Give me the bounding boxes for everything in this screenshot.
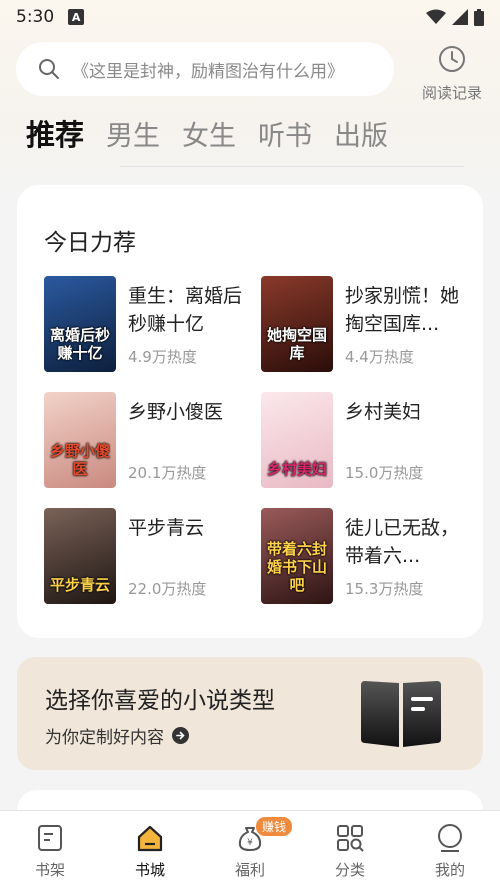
tab-female[interactable]: 女生 (182, 114, 236, 153)
search-icon (39, 59, 59, 79)
genre-preference-title: 选择你喜爱的小说类型 (45, 688, 275, 714)
book-cover-title: 带着六封婚书下山吧 (266, 540, 327, 594)
nav-bookshelf[interactable]: 书架 (0, 811, 100, 888)
book-title: 抄家别慌！她掏空国库... (345, 285, 460, 335)
book-cover-title: 她掏空国库 (266, 326, 327, 362)
bookstore-icon (137, 825, 163, 852)
wifi-icon (426, 9, 446, 24)
category-tabs: 推荐 男生 女生 听书 出版 (26, 112, 410, 154)
book-cover-title: 离婚后秒赚十亿 (49, 326, 110, 362)
book-cover: 乡村美妇 (261, 392, 333, 488)
battery-icon (474, 8, 484, 26)
book-cover: 带着六封婚书下山吧 (261, 508, 333, 604)
status-bar: 5:30 A (0, 0, 500, 34)
book-item[interactable]: 平步青云 平步青云 22.0万热度 (44, 508, 254, 604)
book-illustration-icon (361, 681, 441, 747)
book-cover-title: 平步青云 (49, 576, 110, 594)
book-cover-title: 乡村美妇 (266, 460, 327, 478)
search-input[interactable]: 《这里是封神，励精图治有什么用》 (16, 42, 394, 96)
genre-preference-subtitle-text: 为你定制好内容 (45, 728, 164, 748)
book-heat: 4.4万热度 (345, 348, 414, 366)
nav-label: 我的 (434, 861, 465, 879)
book-item[interactable]: 她掏空国库 抄家别慌！她掏空国库... 4.4万热度 (261, 276, 471, 372)
tabs-divider (120, 166, 464, 167)
notification-a-icon: A (68, 9, 85, 25)
book-cover: 平步青云 (44, 508, 116, 604)
book-heat: 22.0万热度 (128, 580, 207, 598)
genre-preference-card[interactable]: 选择你喜爱的小说类型 为你定制好内容 (17, 657, 483, 770)
nav-label: 福利 (234, 861, 265, 879)
status-icons (426, 8, 484, 26)
reading-history-label: 阅读记录 (421, 84, 482, 102)
clock-icon (439, 46, 465, 72)
tab-recommend[interactable]: 推荐 (26, 112, 84, 154)
book-heat: 15.0万热度 (345, 464, 424, 482)
book-item[interactable]: 离婚后秒赚十亿 重生：离婚后秒赚十亿 4.9万热度 (44, 276, 254, 372)
nav-bookstore[interactable]: 书城 (100, 811, 200, 888)
signal-icon (452, 9, 468, 25)
bottom-nav: 书架 书城 赚钱 ¥ 福利 分类 我的 (0, 810, 500, 888)
book-title: 乡村美妇 (345, 401, 422, 423)
nav-category[interactable]: 分类 (300, 811, 400, 888)
category-grid-icon (337, 825, 364, 852)
profile-icon (438, 824, 462, 852)
book-item[interactable]: 乡野小傻医 乡野小傻医 20.1万热度 (44, 392, 254, 488)
tab-audiobook[interactable]: 听书 (258, 114, 312, 153)
book-cover-title: 乡野小傻医 (49, 442, 110, 478)
recommend-title: 今日力荐 (44, 230, 136, 256)
book-item[interactable]: 带着六封婚书下山吧 徒儿已无敌，带着六... 15.3万热度 (261, 508, 471, 604)
book-heat: 4.9万热度 (128, 348, 197, 366)
search-placeholder: 《这里是封神，励精图治有什么用》 (72, 61, 344, 82)
book-title: 重生：离婚后秒赚十亿 (128, 285, 243, 335)
nav-label: 分类 (334, 861, 365, 879)
book-title: 平步青云 (128, 517, 205, 539)
status-time: 5:30 (16, 7, 55, 27)
book-cover: 乡野小傻医 (44, 392, 116, 488)
genre-preference-subtitle: 为你定制好内容 (45, 723, 189, 748)
book-heat: 15.3万热度 (345, 580, 424, 598)
search-row: 《这里是封神，励精图治有什么用》 阅读记录 (16, 40, 486, 102)
book-item[interactable]: 乡村美妇 乡村美妇 15.0万热度 (261, 392, 471, 488)
tab-publishing[interactable]: 出版 (334, 114, 388, 153)
arrow-right-icon (172, 727, 189, 744)
reading-history-button[interactable]: 阅读记录 (414, 44, 490, 103)
recommend-card: 今日力荐 离婚后秒赚十亿 重生：离婚后秒赚十亿 4.9万热度 她掏空国库 抄家别… (17, 185, 483, 638)
earn-money-badge: 赚钱 (256, 817, 293, 836)
bookshelf-icon (38, 825, 62, 851)
nav-profile[interactable]: 我的 (400, 811, 500, 888)
book-title: 徒儿已无敌，带着六... (345, 517, 460, 567)
tab-male[interactable]: 男生 (106, 114, 160, 153)
nav-label: 书架 (34, 861, 65, 879)
nav-label: 书城 (134, 861, 165, 879)
nav-welfare[interactable]: 赚钱 ¥ 福利 (200, 811, 300, 888)
book-cover: 她掏空国库 (261, 276, 333, 372)
book-cover: 离婚后秒赚十亿 (44, 276, 116, 372)
svg-text:¥: ¥ (247, 838, 253, 848)
book-title: 乡野小傻医 (128, 401, 224, 423)
book-heat: 20.1万热度 (128, 464, 207, 482)
